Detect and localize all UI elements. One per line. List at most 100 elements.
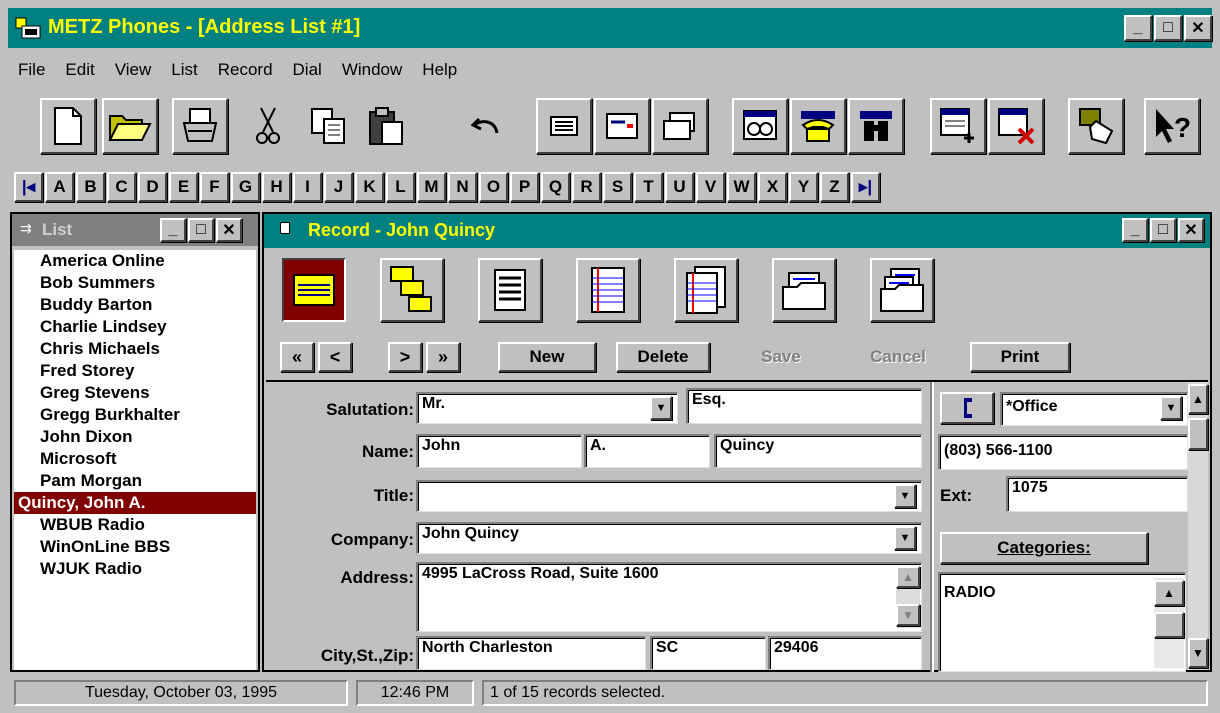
record-scroll-up-button[interactable]: ▲	[1188, 384, 1208, 414]
categories-scroll-thumb[interactable]	[1154, 612, 1184, 638]
alpha-Y[interactable]: Y	[789, 172, 818, 202]
details-view-tab[interactable]	[478, 258, 542, 322]
cut-button[interactable]	[240, 98, 296, 154]
context-help-button[interactable]: ?	[1144, 98, 1200, 154]
state-field[interactable]: SC	[650, 636, 766, 670]
address-field[interactable]: 4995 LaCross Road, Suite 1600	[416, 562, 922, 632]
menu-view[interactable]: View	[115, 60, 152, 80]
delete-button[interactable]: Delete	[616, 342, 710, 372]
print-record-button[interactable]: Print	[970, 342, 1070, 372]
list-item[interactable]: Fred Storey	[14, 360, 256, 382]
address-scroll-down-button[interactable]: ▼	[896, 604, 920, 626]
dial-button[interactable]	[940, 392, 994, 424]
app-title-bar[interactable]: METZ Phones - [Address List #1] _ □ ✕	[8, 8, 1212, 48]
alpha-P[interactable]: P	[510, 172, 539, 202]
record-scrollbar[interactable]: ▲ ▼	[1188, 382, 1208, 670]
phone-type-dropdown-button[interactable]: ▼	[1160, 396, 1182, 420]
new-button[interactable]: New	[498, 342, 596, 372]
alpha-A[interactable]: A	[45, 172, 74, 202]
title-field[interactable]	[416, 480, 922, 512]
categories-list[interactable]: RADIO	[938, 572, 1186, 672]
list-item[interactable]: Microsoft	[14, 448, 256, 470]
alpha-W[interactable]: W	[727, 172, 756, 202]
alpha-E[interactable]: E	[169, 172, 198, 202]
alpha-C[interactable]: C	[107, 172, 136, 202]
record-scroll-down-button[interactable]: ▼	[1188, 638, 1208, 668]
list-item[interactable]: Charlie Lindsey	[14, 316, 256, 338]
cancel-button[interactable]: Cancel	[846, 342, 950, 372]
card-view-tab[interactable]	[282, 258, 346, 322]
phone-number-field[interactable]: (803) 566-1100	[938, 434, 1188, 470]
find-button[interactable]	[848, 98, 904, 154]
list-item-selected[interactable]: Quincy, John A.	[14, 492, 256, 514]
next-record-button[interactable]: >	[388, 342, 422, 372]
list-item[interactable]: WinOnLine BBS	[14, 536, 256, 558]
record-maximize-button[interactable]: □	[1150, 218, 1176, 242]
minimize-button[interactable]: _	[1124, 15, 1152, 41]
list-item[interactable]: Gregg Burkhalter	[14, 404, 256, 426]
dial-hand-button[interactable]	[1068, 98, 1124, 154]
alpha-O[interactable]: O	[479, 172, 508, 202]
zip-field[interactable]: 29406	[768, 636, 922, 670]
alpha-N[interactable]: N	[448, 172, 477, 202]
list-title-bar[interactable]: ⇉ List _ □ ✕	[12, 214, 258, 246]
dial-phone-button[interactable]	[790, 98, 846, 154]
undo-button[interactable]	[458, 98, 514, 154]
address-scrollbar[interactable]: ▲ ▼	[896, 566, 920, 628]
alpha-last-button[interactable]: ▸|	[851, 172, 880, 202]
categories-button[interactable]: Categories:	[940, 532, 1148, 564]
title-dropdown-button[interactable]: ▼	[894, 484, 916, 508]
list-item[interactable]: Buddy Barton	[14, 294, 256, 316]
list-item[interactable]: WBUB Radio	[14, 514, 256, 536]
record-scroll-thumb[interactable]	[1188, 418, 1208, 450]
categories-scroll-up-button[interactable]: ▲	[1154, 580, 1184, 606]
first-record-button[interactable]: «	[280, 342, 314, 372]
record-title-bar[interactable]: Record - John Quincy _ □ ✕	[264, 214, 1210, 248]
add-record-button[interactable]	[930, 98, 986, 154]
menu-file[interactable]: File	[18, 60, 45, 80]
company-dropdown-button[interactable]: ▼	[894, 526, 916, 550]
card-view-button[interactable]	[594, 98, 650, 154]
extension-field[interactable]: 1075	[1006, 476, 1188, 512]
envelope-view-button[interactable]	[652, 98, 708, 154]
phones-view-tab[interactable]	[380, 258, 444, 322]
alpha-L[interactable]: L	[386, 172, 415, 202]
alpha-T[interactable]: T	[634, 172, 663, 202]
list-view-button[interactable]	[536, 98, 592, 154]
save-button[interactable]: Save	[734, 342, 828, 372]
menu-list[interactable]: List	[171, 60, 197, 80]
salutation-field[interactable]: Mr.	[416, 392, 678, 424]
menu-edit[interactable]: Edit	[65, 60, 94, 80]
alpha-I[interactable]: I	[293, 172, 322, 202]
folders-view-tab[interactable]	[870, 258, 934, 322]
last-name-field[interactable]: Quincy	[714, 434, 922, 468]
alpha-U[interactable]: U	[665, 172, 694, 202]
list-maximize-button[interactable]: □	[188, 218, 214, 242]
list-item[interactable]: Pam Morgan	[14, 470, 256, 492]
multi-notes-view-tab[interactable]	[674, 258, 738, 322]
alpha-R[interactable]: R	[572, 172, 601, 202]
new-document-button[interactable]	[40, 98, 96, 154]
alpha-X[interactable]: X	[758, 172, 787, 202]
close-button[interactable]: ✕	[1184, 15, 1212, 41]
delete-record-button[interactable]	[988, 98, 1044, 154]
record-close-button[interactable]: ✕	[1178, 218, 1204, 242]
menu-record[interactable]: Record	[218, 60, 273, 80]
menu-dial[interactable]: Dial	[293, 60, 322, 80]
list-close-button[interactable]: ✕	[216, 218, 242, 242]
alpha-M[interactable]: M	[417, 172, 446, 202]
salutation-dropdown-button[interactable]: ▼	[650, 396, 672, 420]
menu-help[interactable]: Help	[422, 60, 457, 80]
alpha-J[interactable]: J	[324, 172, 353, 202]
alpha-H[interactable]: H	[262, 172, 291, 202]
address-scroll-up-button[interactable]: ▲	[896, 566, 920, 588]
list-item[interactable]: John Dixon	[14, 426, 256, 448]
copy-button[interactable]	[300, 98, 356, 154]
list-item[interactable]: America Online	[14, 250, 256, 272]
alpha-first-button[interactable]: |◂	[14, 172, 43, 202]
list-item[interactable]: Chris Michaels	[14, 338, 256, 360]
view-records-button[interactable]	[732, 98, 788, 154]
city-field[interactable]: North Charleston	[416, 636, 646, 670]
print-button[interactable]	[172, 98, 228, 154]
alpha-F[interactable]: F	[200, 172, 229, 202]
